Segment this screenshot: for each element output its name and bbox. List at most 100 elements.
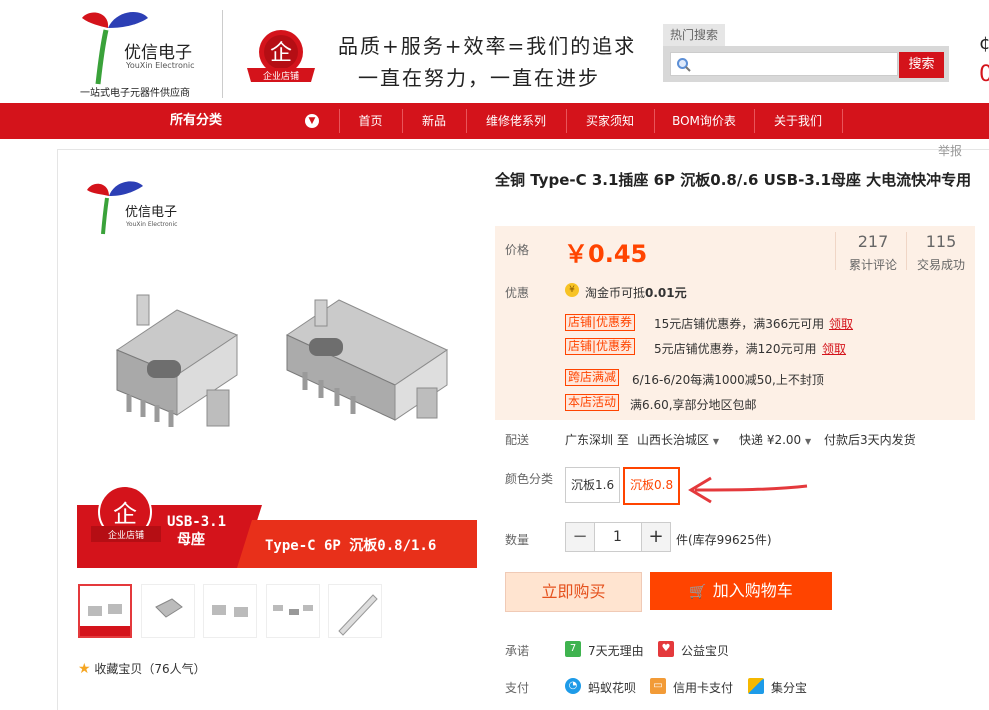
add-to-cart-label: 加入购物车 <box>712 581 793 600</box>
svg-text:企: 企 <box>113 500 137 528</box>
nav-item-buyer-notice[interactable]: 买家须知 <box>566 103 654 139</box>
color-option-0.8[interactable]: 沉板0.8 <box>623 467 681 505</box>
charity-icon: ♥ <box>658 641 674 657</box>
promise-charity[interactable]: 公益宝贝 <box>681 642 729 659</box>
image-logo-name: 优信电子 <box>125 205 177 220</box>
thumbnail-3[interactable] <box>203 584 257 638</box>
slogan-line-1: 品质+服务+效率=我们的追求 <box>338 34 637 58</box>
thumbnail-4[interactable] <box>266 584 320 638</box>
shipping-from: 广东深圳 至 <box>565 433 629 447</box>
color-option-1.6[interactable]: 沉板1.6 <box>565 467 621 503</box>
product-photo-icon: 优信电子 YouXin Electronic 企 企业店铺 USB-3.1 母座… <box>77 181 477 568</box>
promise-7-day-return[interactable]: 7天无理由 <box>588 642 644 659</box>
coin-offer-text: 淘金币可抵 <box>585 286 646 300</box>
coupon-text: 5元店铺优惠券，满120元可用 <box>654 342 817 356</box>
badge-label: 企业店铺 <box>263 70 299 82</box>
event-tag: 跨店满减 <box>565 369 620 386</box>
color-label: 颜色分类 <box>505 472 554 486</box>
buy-now-button[interactable]: 立即购买 <box>505 572 642 612</box>
nav-item-repair-series[interactable]: 维修佬系列 <box>466 103 566 139</box>
quantity-label: 数量 <box>505 533 530 547</box>
nav-divider <box>842 109 843 133</box>
payment-label: 支付 <box>505 681 530 695</box>
jifenbao-icon <box>748 678 764 694</box>
header-divider <box>222 10 223 98</box>
main-product-image[interactable]: 优信电子 YouXin Electronic 企 企业店铺 USB-3.1 母座… <box>77 160 477 568</box>
banner-badge-label: 企业店铺 <box>108 529 144 541</box>
logo-english-name: YouXin Electronic <box>126 61 195 70</box>
quantity-decrease-button[interactable]: − <box>565 522 595 552</box>
seven-day-return-icon: 7 <box>565 641 581 657</box>
price-label: 价格 <box>505 243 530 257</box>
star-icon: ★ <box>78 661 91 677</box>
price-value: ￥0.45 <box>564 240 648 268</box>
thumbnail-1[interactable] <box>78 584 132 638</box>
coupon-tag: 店铺|优惠券 <box>565 338 636 355</box>
red-arrow-annotation-icon <box>688 476 808 504</box>
shipping-destination: 山西长治城区 <box>637 433 710 447</box>
logo-name: 优信电子 <box>124 43 192 63</box>
search-icon <box>677 58 691 72</box>
shop-header: 优信电子 YouXin Electronic 一站式电子元器件供应商 企 企业店… <box>0 0 989 103</box>
chevron-down-icon[interactable]: ▼ <box>305 114 319 128</box>
coin-icon: ¥ <box>565 283 579 297</box>
slogan-line-2: 一直在努力，一直在进步 <box>358 66 600 90</box>
claim-coupon-link[interactable]: 领取 <box>829 315 853 332</box>
quantity-input[interactable]: 1 <box>594 522 641 552</box>
nav-item-bom-quote[interactable]: BOM询价表 <box>654 103 754 139</box>
shipping-fee[interactable]: 快递 ¥2.00 ▼ <box>739 431 811 448</box>
event-text: 满6.60,享部分地区包邮 <box>630 398 757 412</box>
shipping-label: 配送 <box>505 433 530 447</box>
svg-text:企: 企 <box>270 41 292 66</box>
stock-text: 件(库存99625件) <box>676 533 772 547</box>
shipping-note: 付款后3天内发货 <box>824 433 916 447</box>
reviews-label[interactable]: 累计评论 <box>838 256 908 273</box>
claim-coupon-link[interactable]: 领取 <box>822 340 846 357</box>
stat-divider <box>835 232 836 270</box>
all-categories-link[interactable]: 所有分类 <box>170 103 222 139</box>
search-input[interactable] <box>670 52 898 76</box>
nav-item-new[interactable]: 新品 <box>402 103 466 139</box>
reviews-count[interactable]: 217 <box>838 232 908 251</box>
nav-item-home[interactable]: 首页 <box>339 103 402 139</box>
coin-offer: 淘金币可抵0.01元 <box>585 284 687 301</box>
banner-line-2: 母座 <box>177 531 205 548</box>
credit-card-icon: ▭ <box>650 678 666 694</box>
cart-icon: 🛒 <box>689 584 707 600</box>
chevron-down-icon: ▼ <box>712 437 719 446</box>
favorite-label: 收藏宝贝（76人气） <box>94 662 206 676</box>
event-tag: 本店活动 <box>565 394 620 411</box>
payment-huabei: 蚂蚁花呗 <box>588 681 637 695</box>
banner-line-1: USB-3.1 <box>167 514 226 530</box>
favorite-link[interactable]: ★ 收藏宝贝（76人气） <box>78 660 206 677</box>
trades-count: 115 <box>925 232 957 251</box>
chevron-down-icon: ▼ <box>805 437 812 446</box>
payment-credit-card: 信用卡支付 <box>673 681 734 695</box>
image-logo-english: YouXin Electronic <box>125 221 177 228</box>
huabei-icon: ◔ <box>565 678 581 694</box>
promo-label: 优惠 <box>505 286 530 300</box>
coupon-tag: 店铺|优惠券 <box>565 314 636 331</box>
cropped-header-text-top: ¢ <box>979 33 989 54</box>
connector-left-icon <box>115 294 239 427</box>
thumbnail-2[interactable] <box>141 584 195 638</box>
shop-nav-bar: 所有分类 ▼ 首页 新品 维修佬系列 买家须知 BOM询价表 关于我们 <box>0 103 989 139</box>
report-link[interactable]: 举报 <box>938 142 962 159</box>
nav-item-about-us[interactable]: 关于我们 <box>754 103 842 139</box>
shipping-destination-select[interactable]: 山西长治城区 ▼ <box>637 431 719 448</box>
shipping-fee-text: 快递 ¥2.00 <box>739 433 802 447</box>
hot-search-label: 热门搜索 <box>663 24 725 46</box>
promise-label: 承诺 <box>505 644 530 658</box>
search-button[interactable]: 搜索 <box>899 52 944 78</box>
quantity-increase-button[interactable]: + <box>641 522 671 552</box>
add-to-cart-button[interactable]: 🛒 加入购物车 <box>650 572 832 610</box>
cropped-header-text-bottom: 0 <box>979 62 989 87</box>
product-title: 全铜 Type-C 3.1插座 6P 沉板0.8/.6 USB-3.1母座 大电… <box>495 171 972 189</box>
logo-tagline: 一站式电子元器件供应商 <box>80 88 190 99</box>
payment-jifenbao: 集分宝 <box>771 681 808 695</box>
trades-label: 交易成功 <box>916 258 965 272</box>
event-text: 6/16-6/20每满1000减50,上不封顶 <box>632 373 824 387</box>
thumbnail-5[interactable] <box>328 584 382 638</box>
banner-right-text: Type-C 6P 沉板0.8/1.6 <box>265 537 436 554</box>
connector-right-icon <box>285 299 449 421</box>
